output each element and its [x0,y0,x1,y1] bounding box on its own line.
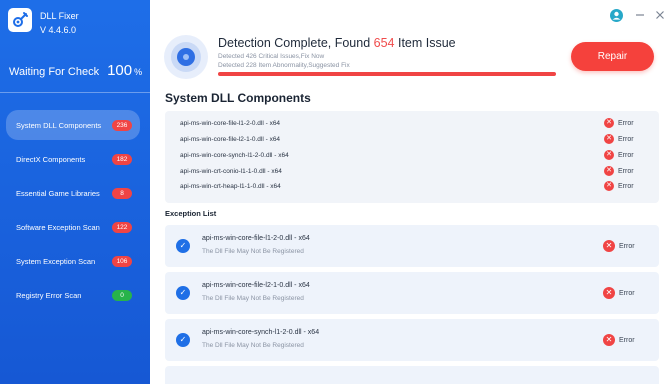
exception-desc: The Dll File May Not Be Registered [202,342,304,349]
sidebar-nav: System DLL Components 236 DirectX Compon… [0,110,150,314]
checkmark-icon[interactable]: ✓ [176,286,190,300]
status-label: Waiting For Check [9,66,100,78]
error-x-icon: ✕ [603,240,615,252]
exception-item[interactable]: ✓ api-ms-win-core-file-l2-1-0.dll - x64 … [165,272,659,314]
status-badge: ✕ Error [604,181,634,191]
app-name: DLL Fixer [40,11,79,21]
dll-name: api-ms-win-core-synch-l1-2-0.dll - x64 [180,151,289,159]
wrench-gear-icon [8,8,32,32]
exception-name: api-ms-win-core-file-l1-2-0.dll - x64 [202,235,310,242]
abnormality-text: Detected 228 Item Abnormality,Suggested … [218,62,350,69]
app-version: V 4.4.6.0 [40,25,77,35]
exception-desc: The Dll File May Not Be Registered [202,248,304,255]
dll-name: api-ms-win-core-file-l2-1-0.dll - x64 [180,135,281,143]
dll-name: api-ms-win-crt-heap-l1-1-0.dll - x64 [180,182,281,190]
error-x-icon: ✕ [604,134,614,144]
brand: DLL Fixer V 4.4.6.0 [8,8,79,37]
section-title: System DLL Components [165,91,311,105]
error-x-icon: ✕ [603,334,615,346]
list-item: api-ms-win-core-file-l2-1-0.dll - x64 ✕ E… [165,131,659,147]
exception-desc: The Dll File May Not Be Registered [202,295,304,302]
close-icon[interactable] [653,8,667,22]
count-badge: 0 [112,289,132,301]
repair-button[interactable]: Repair [571,42,654,71]
sidebar-item-label: System Exception Scan [16,256,96,266]
count-badge: 106 [112,255,132,267]
status-value: 100 [107,62,133,79]
issue-count: 654 [373,36,395,50]
list-item: api-ms-win-crt-conio-l1-1-0.dll - x64 ✕ E… [165,163,659,179]
dll-name: api-ms-win-crt-conio-l1-1-0.dll - x64 [180,167,282,175]
status-badge: ✕ Error [603,240,635,252]
status-badge: ✕ Error [604,118,634,128]
status-badge: ✕ Error [603,287,635,299]
count-badge: 8 [112,187,132,199]
error-x-icon: ✕ [604,150,614,160]
error-x-icon: ✕ [604,166,614,176]
minimize-icon[interactable] [633,8,647,22]
status-badge: ✕ Error [604,166,634,176]
sidebar-item-system-dll[interactable]: System DLL Components 236 [6,110,140,140]
exception-name: api-ms-win-core-file-l2-1-0.dll - x64 [202,282,310,289]
critical-issues-text: Detected 426 Critical Issues,Fix Now [218,53,325,60]
error-x-icon: ✕ [604,118,614,128]
detection-title: Detection Complete, Found 654 Item Issue [218,36,456,50]
list-item: api-ms-win-crt-heap-l1-1-0.dll - x64 ✕ Er… [165,178,659,194]
sidebar: DLL Fixer V 4.4.6.0 Waiting For Check 10… [0,0,150,384]
exception-name: api-ms-win-core-synch-l1-2-0.dll - x64 [202,329,320,336]
sidebar-item-label: Software Exception Scan [16,222,100,232]
count-badge: 236 [112,119,132,131]
user-avatar-icon[interactable] [609,8,623,22]
checkmark-icon[interactable]: ✓ [176,239,190,253]
exception-list-title: Exception List [165,209,217,218]
dll-list[interactable]: api-ms-win-core-file-l1-2-0.dll - x64 ✕ E… [165,111,659,203]
sidebar-item-label: DirectX Components [16,154,86,164]
sidebar-item-directx[interactable]: DirectX Components 182 [6,144,140,174]
sidebar-item-game-libraries[interactable]: Essential Game Libraries 8 [6,178,140,208]
exception-item[interactable] [165,366,659,384]
sidebar-item-label: Registry Error Scan [16,290,82,300]
status-badge: ✕ Error [603,334,635,346]
status-unit: % [134,67,143,77]
list-item: api-ms-win-core-synch-l1-2-0.dll - x64 ✕… [165,147,659,163]
count-badge: 122 [112,221,132,233]
sidebar-item-software-exception[interactable]: Software Exception Scan 122 [6,212,140,242]
exception-item[interactable]: ✓ api-ms-win-core-synch-l1-2-0.dll - x64… [165,319,659,361]
status-badge: ✕ Error [604,150,634,160]
checkmark-icon[interactable]: ✓ [176,333,190,347]
radar-scan-icon [164,35,208,79]
exception-item[interactable]: ✓ api-ms-win-core-file-l1-2-0.dll - x64 … [165,225,659,267]
dll-name: api-ms-win-core-file-l1-2-0.dll - x64 [180,119,281,127]
sidebar-divider [0,92,150,93]
count-badge: 182 [112,153,132,165]
sidebar-item-label: Essential Game Libraries [16,188,100,198]
list-item: api-ms-win-core-file-l1-2-0.dll - x64 ✕ E… [165,115,659,131]
error-x-icon: ✕ [603,287,615,299]
sidebar-item-system-exception[interactable]: System Exception Scan 106 [6,246,140,276]
error-x-icon: ✕ [604,181,614,191]
scan-progress-bar [218,72,556,76]
check-status: Waiting For Check 100 % [9,62,144,79]
sidebar-item-registry[interactable]: Registry Error Scan 0 [6,280,140,310]
sidebar-item-label: System DLL Components [16,120,102,130]
status-badge: ✕ Error [604,134,634,144]
